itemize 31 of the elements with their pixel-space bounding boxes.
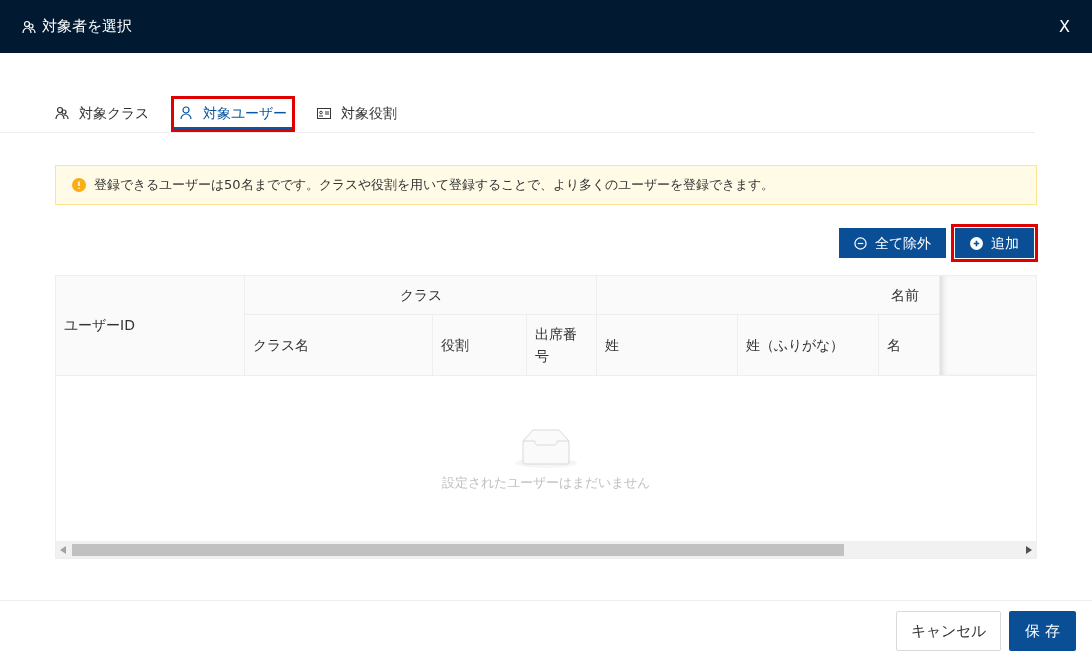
tab[interactable]: 対象役割 — [312, 99, 402, 129]
user-icon — [179, 106, 193, 120]
scroll-right-icon[interactable] — [1026, 545, 1032, 554]
alert-text: 登録できるユーザーは50名までです。クラスや役割を用いて登録することで、より多くのユーザーを登録できます。 — [94, 176, 774, 195]
column-group-header: クラス — [245, 276, 597, 315]
action-button[interactable]: 全て除外 — [839, 228, 946, 258]
scroll-left-icon[interactable] — [60, 545, 66, 554]
column-header: 役割 — [433, 315, 527, 376]
column-header: 名 — [879, 315, 940, 376]
warning-icon — [72, 178, 86, 192]
column-group-header: 名前 — [597, 276, 940, 315]
column-header: クラス名 — [245, 315, 433, 376]
column-header: 姓 — [597, 315, 738, 376]
tab[interactable]: 対象ユーザー — [174, 99, 292, 129]
empty-inbox-icon — [513, 426, 579, 469]
close-button[interactable]: X — [1059, 14, 1070, 39]
cancel-button[interactable]: キャンセル — [896, 611, 1002, 651]
column-header: 姓（ふりがな） — [738, 315, 879, 376]
users-icon — [55, 106, 69, 120]
dialog-title: 対象者を選択 — [42, 16, 132, 38]
save-button[interactable]: 保 存 — [1009, 611, 1076, 651]
minus-circle-icon — [854, 236, 867, 250]
column-header: ユーザーID — [56, 276, 245, 376]
plus-circle-icon — [970, 236, 983, 250]
users-icon — [22, 19, 36, 34]
tab[interactable]: 対象クラス — [50, 99, 154, 129]
id-card-icon — [317, 107, 331, 119]
scrollbar-thumb[interactable] — [72, 543, 844, 556]
horizontal-scrollbar[interactable] — [56, 541, 1036, 558]
action-button[interactable]: 追加 — [955, 228, 1034, 258]
column-header: 出席番号 — [527, 315, 597, 376]
